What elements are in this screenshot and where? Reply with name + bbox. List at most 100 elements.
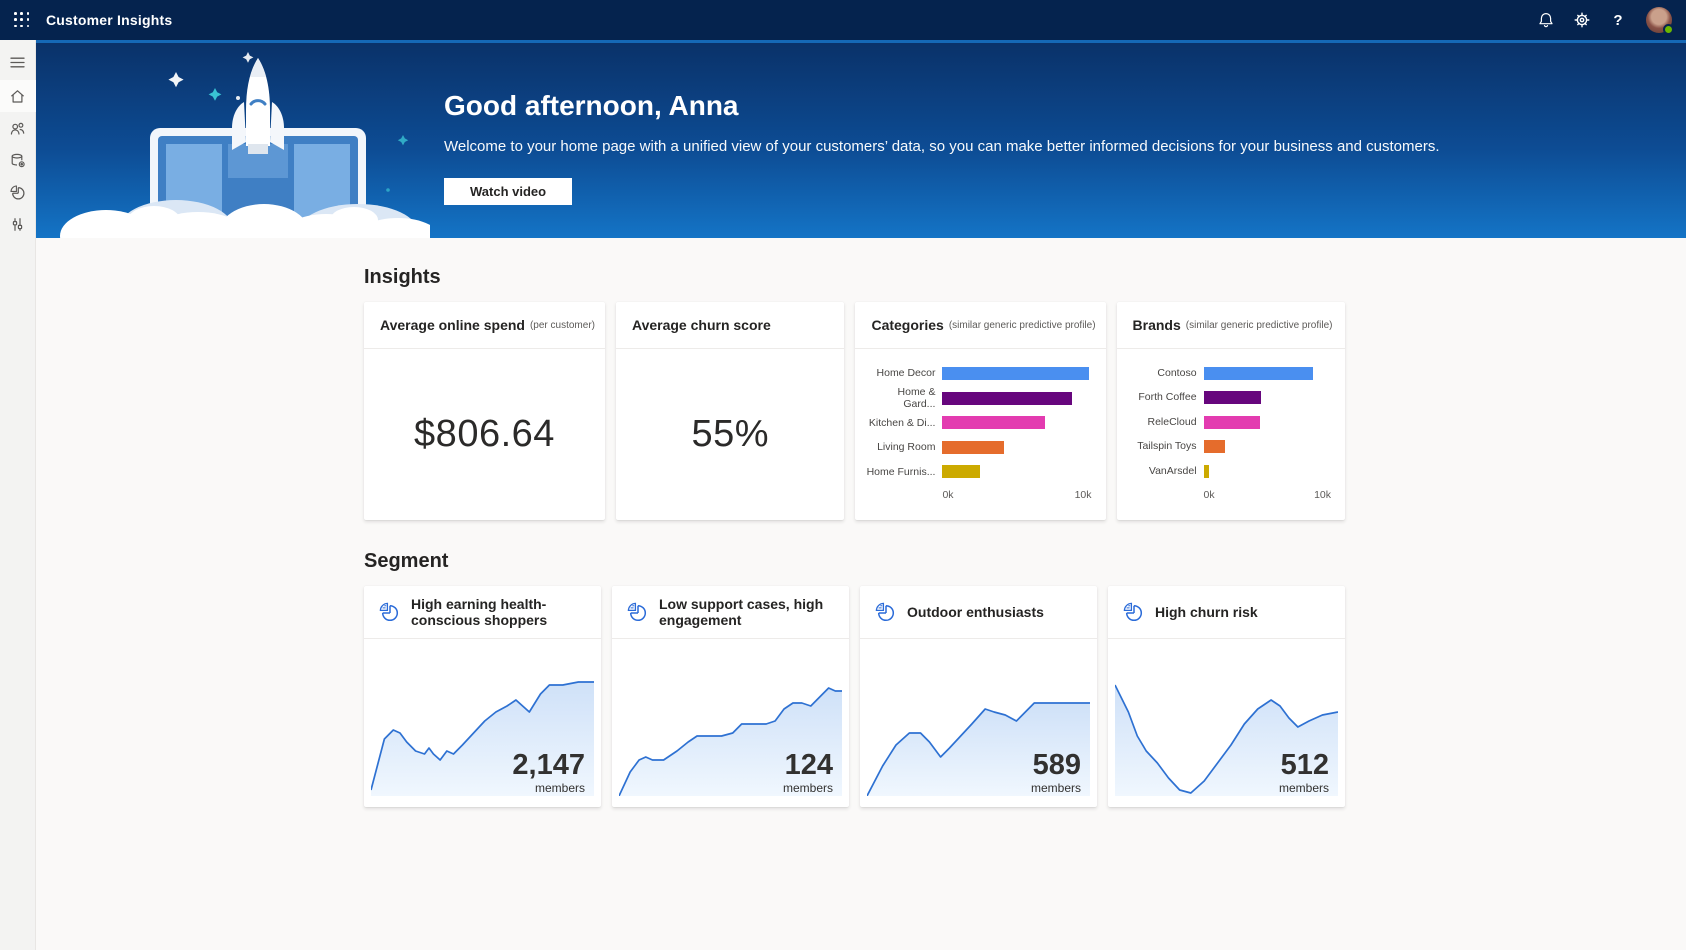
sidebar-item-home[interactable]	[0, 80, 36, 112]
stat-value: $806.64	[414, 413, 555, 456]
segment-card-3[interactable]: Outdoor enthusiasts 589members	[860, 586, 1097, 807]
segment-trend: 512members	[1108, 639, 1345, 807]
hamburger-icon	[9, 54, 26, 71]
bar-track	[942, 392, 1091, 405]
member-unit: members	[1279, 781, 1329, 795]
member-unit: members	[535, 781, 585, 795]
member-unit: members	[1031, 781, 1081, 795]
help-button[interactable]: ?	[1600, 0, 1636, 40]
bar-label: Home Decor	[863, 367, 942, 380]
bell-icon	[1537, 11, 1555, 29]
segment-title: Outdoor enthusiasts	[907, 604, 1044, 620]
bar-label: Tailspin Toys	[1125, 440, 1204, 453]
bar-track	[1204, 416, 1331, 429]
nav-expand-button[interactable]	[0, 46, 36, 78]
card-categories-chart[interactable]: Categories (similar generic predictive p…	[855, 302, 1105, 520]
bar-label: Living Room	[863, 441, 942, 454]
bar-row: Living Room	[863, 435, 1091, 460]
bar-label: Home & Gard...	[863, 386, 942, 411]
segment-card-4[interactable]: High churn risk 512members	[1108, 586, 1345, 807]
segment-card-grid: High earning health-conscious shoppers 2,…	[364, 586, 1345, 807]
segment-trend: 124members	[612, 639, 849, 807]
bar-label: ReleCloud	[1125, 416, 1204, 429]
segment-pie-icon	[874, 601, 896, 623]
card-header: Outdoor enthusiasts	[860, 586, 1097, 639]
member-unit: members	[783, 781, 833, 795]
insights-section-title: Insights	[364, 266, 1345, 289]
segment-card-2[interactable]: Low support cases, high engagement 124mem…	[612, 586, 849, 807]
segment-card-1[interactable]: High earning health-conscious shoppers 2,…	[364, 586, 601, 807]
bar-track	[1204, 465, 1331, 478]
app-title: Customer Insights	[46, 12, 172, 28]
watch-video-button[interactable]: Watch video	[444, 178, 572, 205]
settings-button[interactable]	[1564, 0, 1600, 40]
bar	[942, 367, 1088, 380]
card-brands-chart[interactable]: Brands (similar generic predictive profi…	[1117, 302, 1345, 520]
member-count: 2,147	[512, 751, 585, 780]
sidebar-item-insights[interactable]	[0, 176, 36, 208]
card-header: Low support cases, high engagement	[612, 586, 849, 639]
bar-chart: ContosoForth Coffee ReleCloud Tailspin Toy…	[1117, 349, 1345, 520]
bar-row: Contoso	[1125, 361, 1331, 386]
account-avatar[interactable]	[1646, 7, 1672, 33]
card-header: High earning health-conscious shoppers	[364, 586, 601, 639]
card-title: Brands	[1133, 317, 1181, 333]
top-app-bar: Customer Insights ?	[0, 0, 1686, 40]
sidebar-item-admin[interactable]	[0, 208, 36, 240]
sliders-icon	[9, 216, 26, 233]
segment-title: High churn risk	[1155, 604, 1258, 620]
bar-row: Home & Gard...	[863, 386, 1091, 411]
segment-title: Low support cases, high engagement	[659, 596, 835, 628]
card-average-churn-score[interactable]: Average churn score 55%	[616, 302, 844, 520]
people-icon	[9, 120, 26, 137]
bar-track	[942, 465, 1091, 478]
bar-track	[942, 441, 1091, 454]
card-average-online-spend[interactable]: Average online spend (per customer) $806…	[364, 302, 605, 520]
x-tick-min: 0k	[942, 489, 953, 501]
member-count: 589	[1033, 751, 1081, 780]
card-header: High churn risk	[1108, 586, 1345, 639]
segment-trend: 2,147members	[364, 639, 601, 807]
bar	[1204, 391, 1261, 404]
presence-indicator	[1663, 24, 1674, 35]
app-launcher-icon[interactable]	[14, 12, 30, 28]
segment-title: High earning health-conscious shoppers	[411, 596, 587, 628]
bar-row: VanArsdel	[1125, 459, 1331, 484]
x-tick-max: 10k	[1314, 489, 1331, 501]
notifications-button[interactable]	[1528, 0, 1564, 40]
bar-row: Forth Coffee	[1125, 386, 1331, 411]
bar	[1204, 440, 1226, 453]
card-title: Average churn score	[632, 317, 771, 333]
bar-row: Home Furnis...	[863, 460, 1091, 485]
bar-label: VanArsdel	[1125, 465, 1204, 478]
card-subtitle: (similar generic predictive profile)	[1186, 320, 1333, 331]
bar-row: Home Decor	[863, 361, 1091, 386]
bar-row: ReleCloud	[1125, 410, 1331, 435]
home-icon	[9, 88, 26, 105]
sidebar-item-data[interactable]	[0, 144, 36, 176]
segment-pie-icon	[1122, 601, 1144, 623]
stat-value: 55%	[691, 413, 769, 456]
bar-track	[1204, 391, 1331, 404]
pie-chart-icon	[9, 184, 26, 201]
gear-icon	[1573, 11, 1591, 29]
x-tick-min: 0k	[1204, 489, 1215, 501]
member-count: 124	[785, 751, 833, 780]
welcome-copy: Good afternoon, Anna Welcome to your hom…	[444, 90, 1440, 205]
bar-track	[1204, 367, 1331, 380]
card-title: Categories	[871, 317, 943, 333]
main-content: Insights Average online spend (per custo…	[36, 238, 1686, 950]
bar-label: Kitchen & Di...	[863, 417, 942, 430]
bar	[942, 416, 1045, 429]
bar	[1204, 465, 1209, 478]
member-count: 512	[1281, 751, 1329, 780]
greeting-message: Welcome to your home page with a unified…	[444, 137, 1440, 157]
x-tick-max: 10k	[1075, 489, 1092, 501]
segment-pie-icon	[626, 601, 648, 623]
bar-row: Kitchen & Di...	[863, 411, 1091, 436]
card-subtitle: (per customer)	[530, 320, 595, 331]
bar	[942, 441, 1003, 454]
database-gear-icon	[9, 152, 26, 169]
sidebar-item-customers[interactable]	[0, 112, 36, 144]
bar-chart: Home Decor Home & Gard... Kitchen & Di... L…	[855, 349, 1105, 520]
